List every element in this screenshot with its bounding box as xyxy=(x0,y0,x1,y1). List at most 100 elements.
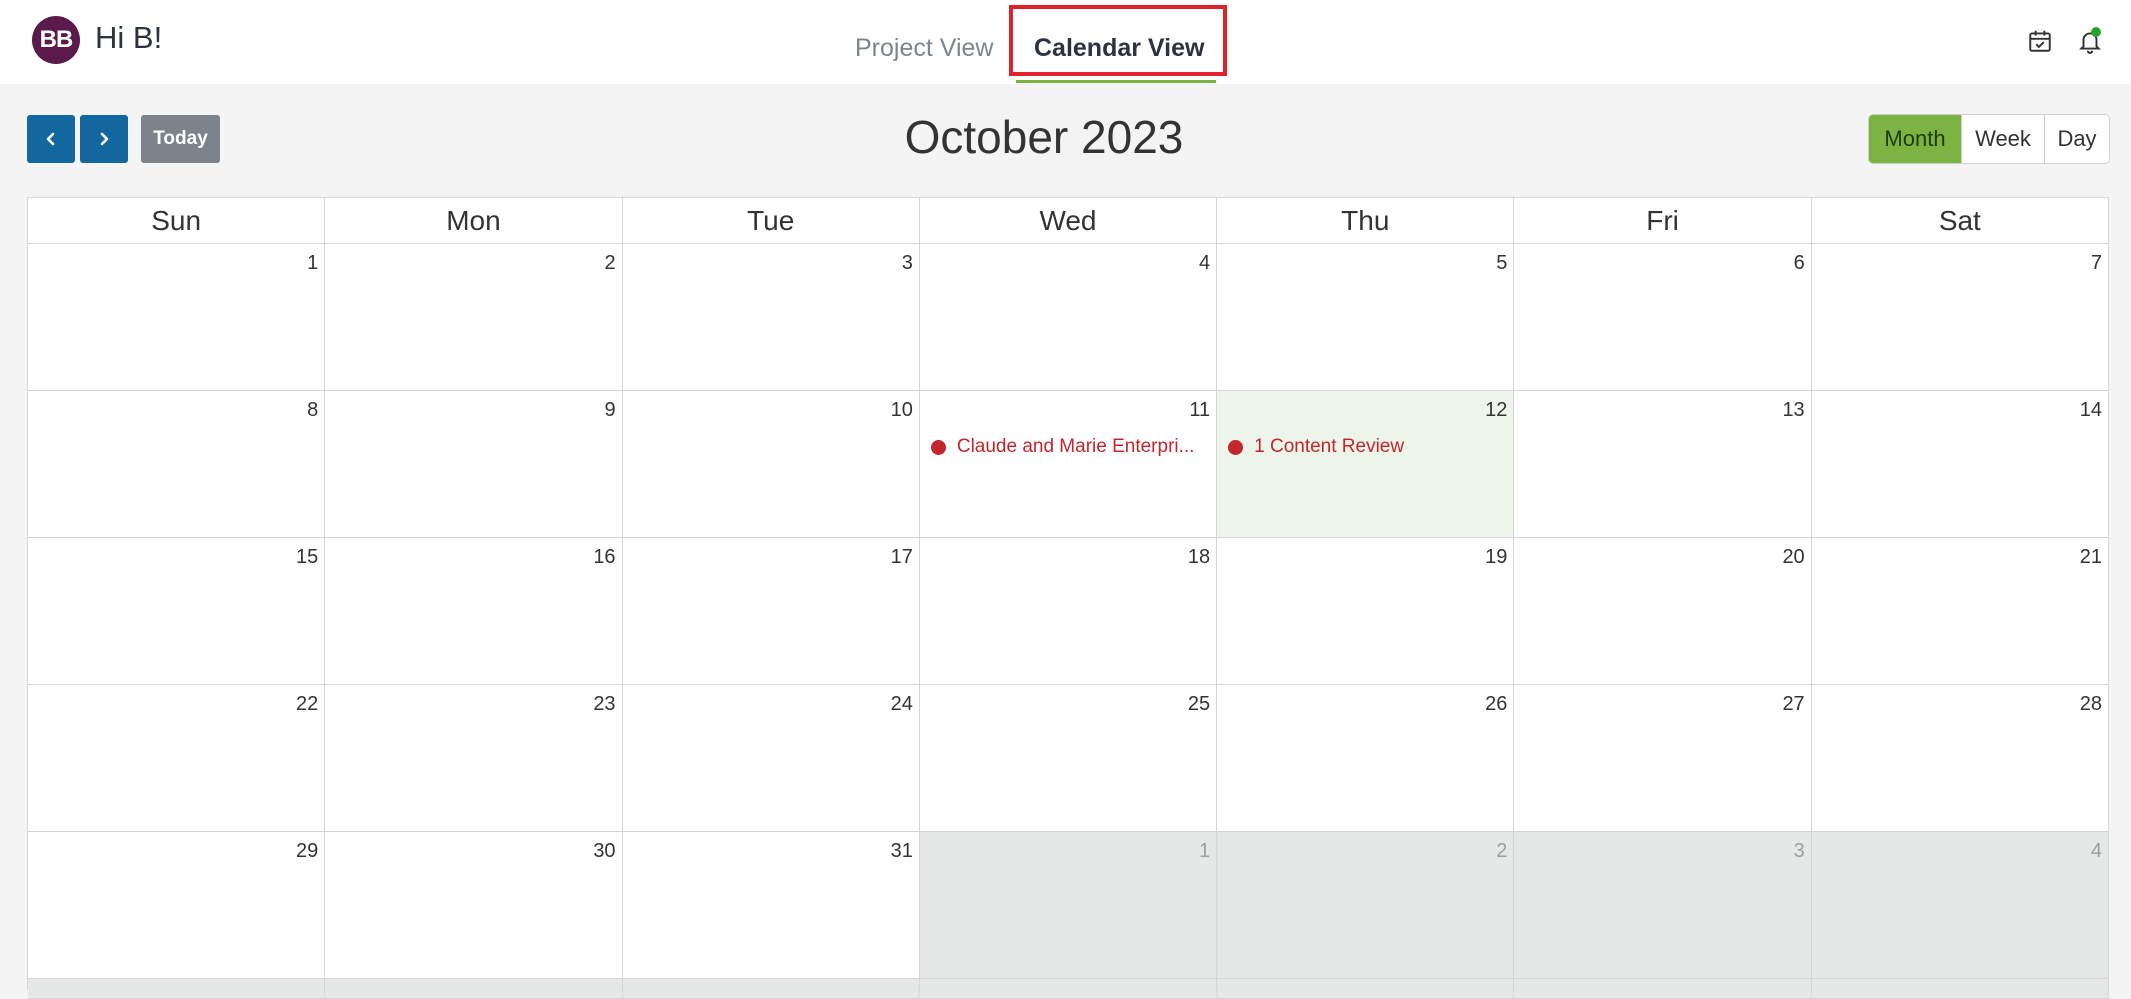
day-number: 19 xyxy=(1485,546,1508,568)
day-number: 2 xyxy=(604,252,616,274)
day-cell[interactable]: 31 xyxy=(622,832,920,979)
day-cell-other-month[interactable] xyxy=(325,979,623,999)
day-cell[interactable]: 7 xyxy=(1811,244,2109,391)
day-cell[interactable]: 6 xyxy=(1514,244,1812,391)
weekday-header: Sun xyxy=(28,198,326,244)
day-number: 6 xyxy=(1793,252,1805,274)
day-number: 14 xyxy=(2079,399,2102,421)
day-cell[interactable]: 16 xyxy=(325,538,623,685)
day-number: 24 xyxy=(890,693,913,715)
day-cell[interactable]: 26 xyxy=(1217,685,1515,832)
day-number: 26 xyxy=(1485,693,1508,715)
day-cell[interactable]: 29 xyxy=(28,832,326,979)
day-cell[interactable]: 18 xyxy=(919,538,1218,685)
day-cell[interactable]: 2 xyxy=(325,244,623,391)
day-cell[interactable]: 24 xyxy=(622,685,920,832)
calendar-weeks: 1 2 3 4 5 6 7 8 9 10 11 Claude and Marie Enterpri..… xyxy=(28,244,2109,999)
day-cell-other-month[interactable]: 4 xyxy=(1811,832,2109,979)
day-cell-other-month[interactable]: 2 xyxy=(1217,832,1515,979)
day-cell[interactable]: 14 xyxy=(1811,391,2109,538)
day-number: 11 xyxy=(1189,399,1211,421)
day-cell-other-month[interactable] xyxy=(28,979,326,999)
day-cell[interactable]: 4 xyxy=(919,244,1218,391)
day-cell[interactable]: 30 xyxy=(325,832,623,979)
day-number: 25 xyxy=(1187,693,1211,715)
top-bar: BB Hi B! Project View Calendar View xyxy=(0,0,2131,84)
day-cell[interactable]: 8 xyxy=(28,391,326,538)
day-cell[interactable]: 19 xyxy=(1217,538,1515,685)
event-title: Claude and Marie Enterpri... xyxy=(956,436,1195,457)
notification-dot xyxy=(2091,27,2101,37)
day-cell-other-month[interactable] xyxy=(622,979,920,999)
active-tab-indicator xyxy=(1016,80,1216,83)
weekday-header: Wed xyxy=(919,198,1218,244)
day-cell[interactable]: 22 xyxy=(28,685,326,832)
day-cell[interactable]: 11 Claude and Marie Enterpri... xyxy=(919,391,1218,538)
calendar-event[interactable]: 1 Content Review xyxy=(1228,435,1505,459)
day-cell[interactable]: 21 xyxy=(1811,538,2109,685)
day-number: 22 xyxy=(296,693,319,715)
day-number: 29 xyxy=(296,840,319,862)
calendar-week-row: 1 2 3 4 5 6 7 xyxy=(28,244,2109,391)
day-view-button[interactable]: Day xyxy=(2045,115,2109,163)
calendar-week-row: 15 16 17 18 19 20 21 xyxy=(28,538,2109,685)
day-cell-other-month[interactable] xyxy=(1514,979,1812,999)
day-number: 3 xyxy=(1793,840,1805,862)
day-cell[interactable]: 28 xyxy=(1811,685,2109,832)
weekday-header: Fri xyxy=(1514,198,1812,244)
day-cell[interactable]: 9 xyxy=(325,391,623,538)
event-dot-icon xyxy=(1228,439,1244,455)
weekday-header: Tue xyxy=(622,198,920,244)
day-cell[interactable]: 20 xyxy=(1514,538,1812,685)
day-number: 4 xyxy=(2090,840,2102,862)
day-number: 27 xyxy=(1782,693,1805,715)
weekday-header: Mon xyxy=(325,198,623,244)
day-number: 20 xyxy=(1782,546,1805,568)
day-cell[interactable]: 15 xyxy=(28,538,326,685)
day-cell[interactable]: 10 xyxy=(622,391,920,538)
day-number: 2 xyxy=(1496,840,1508,862)
greeting-text: Hi B! xyxy=(95,20,163,55)
day-cell[interactable]: 17 xyxy=(622,538,920,685)
day-number: 1 xyxy=(307,252,319,274)
day-number: 23 xyxy=(593,693,616,715)
day-number: 7 xyxy=(2090,252,2102,274)
day-number: 15 xyxy=(296,546,319,568)
calendar-check-icon[interactable] xyxy=(2023,24,2057,58)
day-number: 28 xyxy=(2079,693,2102,715)
tab-project-view[interactable]: Project View xyxy=(855,34,994,63)
day-cell-other-month[interactable] xyxy=(919,979,1218,999)
day-cell-other-month[interactable]: 3 xyxy=(1514,832,1812,979)
day-cell[interactable]: 5 xyxy=(1217,244,1515,391)
calendar-event[interactable]: Claude and Marie Enterpri... xyxy=(930,435,1208,459)
day-cell-other-month[interactable] xyxy=(1811,979,2109,999)
day-number: 5 xyxy=(1496,252,1508,274)
avatar[interactable]: BB xyxy=(32,16,80,64)
day-number: 21 xyxy=(2079,546,2102,568)
day-cell[interactable]: 23 xyxy=(325,685,623,832)
weekday-header: Thu xyxy=(1217,198,1515,244)
day-number: 4 xyxy=(1199,252,1211,274)
day-number: 17 xyxy=(890,546,913,568)
day-cell[interactable]: 13 xyxy=(1514,391,1812,538)
day-cell-other-month[interactable]: 1 xyxy=(919,832,1218,979)
day-number: 16 xyxy=(593,546,616,568)
day-cell[interactable]: 3 xyxy=(622,244,920,391)
day-number: 1 xyxy=(1199,840,1211,862)
week-view-button[interactable]: Week xyxy=(1962,115,2045,163)
month-calendar-grid: Sun Mon Tue Wed Thu Fri Sat 1 2 3 4 5 6 7 8 9 10 1… xyxy=(27,197,2109,999)
calendar-week-row xyxy=(28,979,2109,999)
view-switcher: Month Week Day xyxy=(1868,114,2110,164)
day-cell-other-month[interactable] xyxy=(1217,979,1515,999)
calendar-week-row: 22 23 24 25 26 27 28 xyxy=(28,685,2109,832)
day-cell[interactable]: 27 xyxy=(1514,685,1812,832)
day-number: 8 xyxy=(307,399,319,421)
day-number: 3 xyxy=(901,252,913,274)
day-cell[interactable]: 1 xyxy=(28,244,326,391)
day-cell[interactable]: 25 xyxy=(919,685,1218,832)
day-cell-today[interactable]: 12 1 Content Review xyxy=(1217,391,1515,538)
day-number: 18 xyxy=(1187,546,1211,568)
month-view-button[interactable]: Month xyxy=(1869,115,1962,163)
event-dot-icon xyxy=(930,439,946,455)
bell-icon[interactable] xyxy=(2073,24,2107,58)
